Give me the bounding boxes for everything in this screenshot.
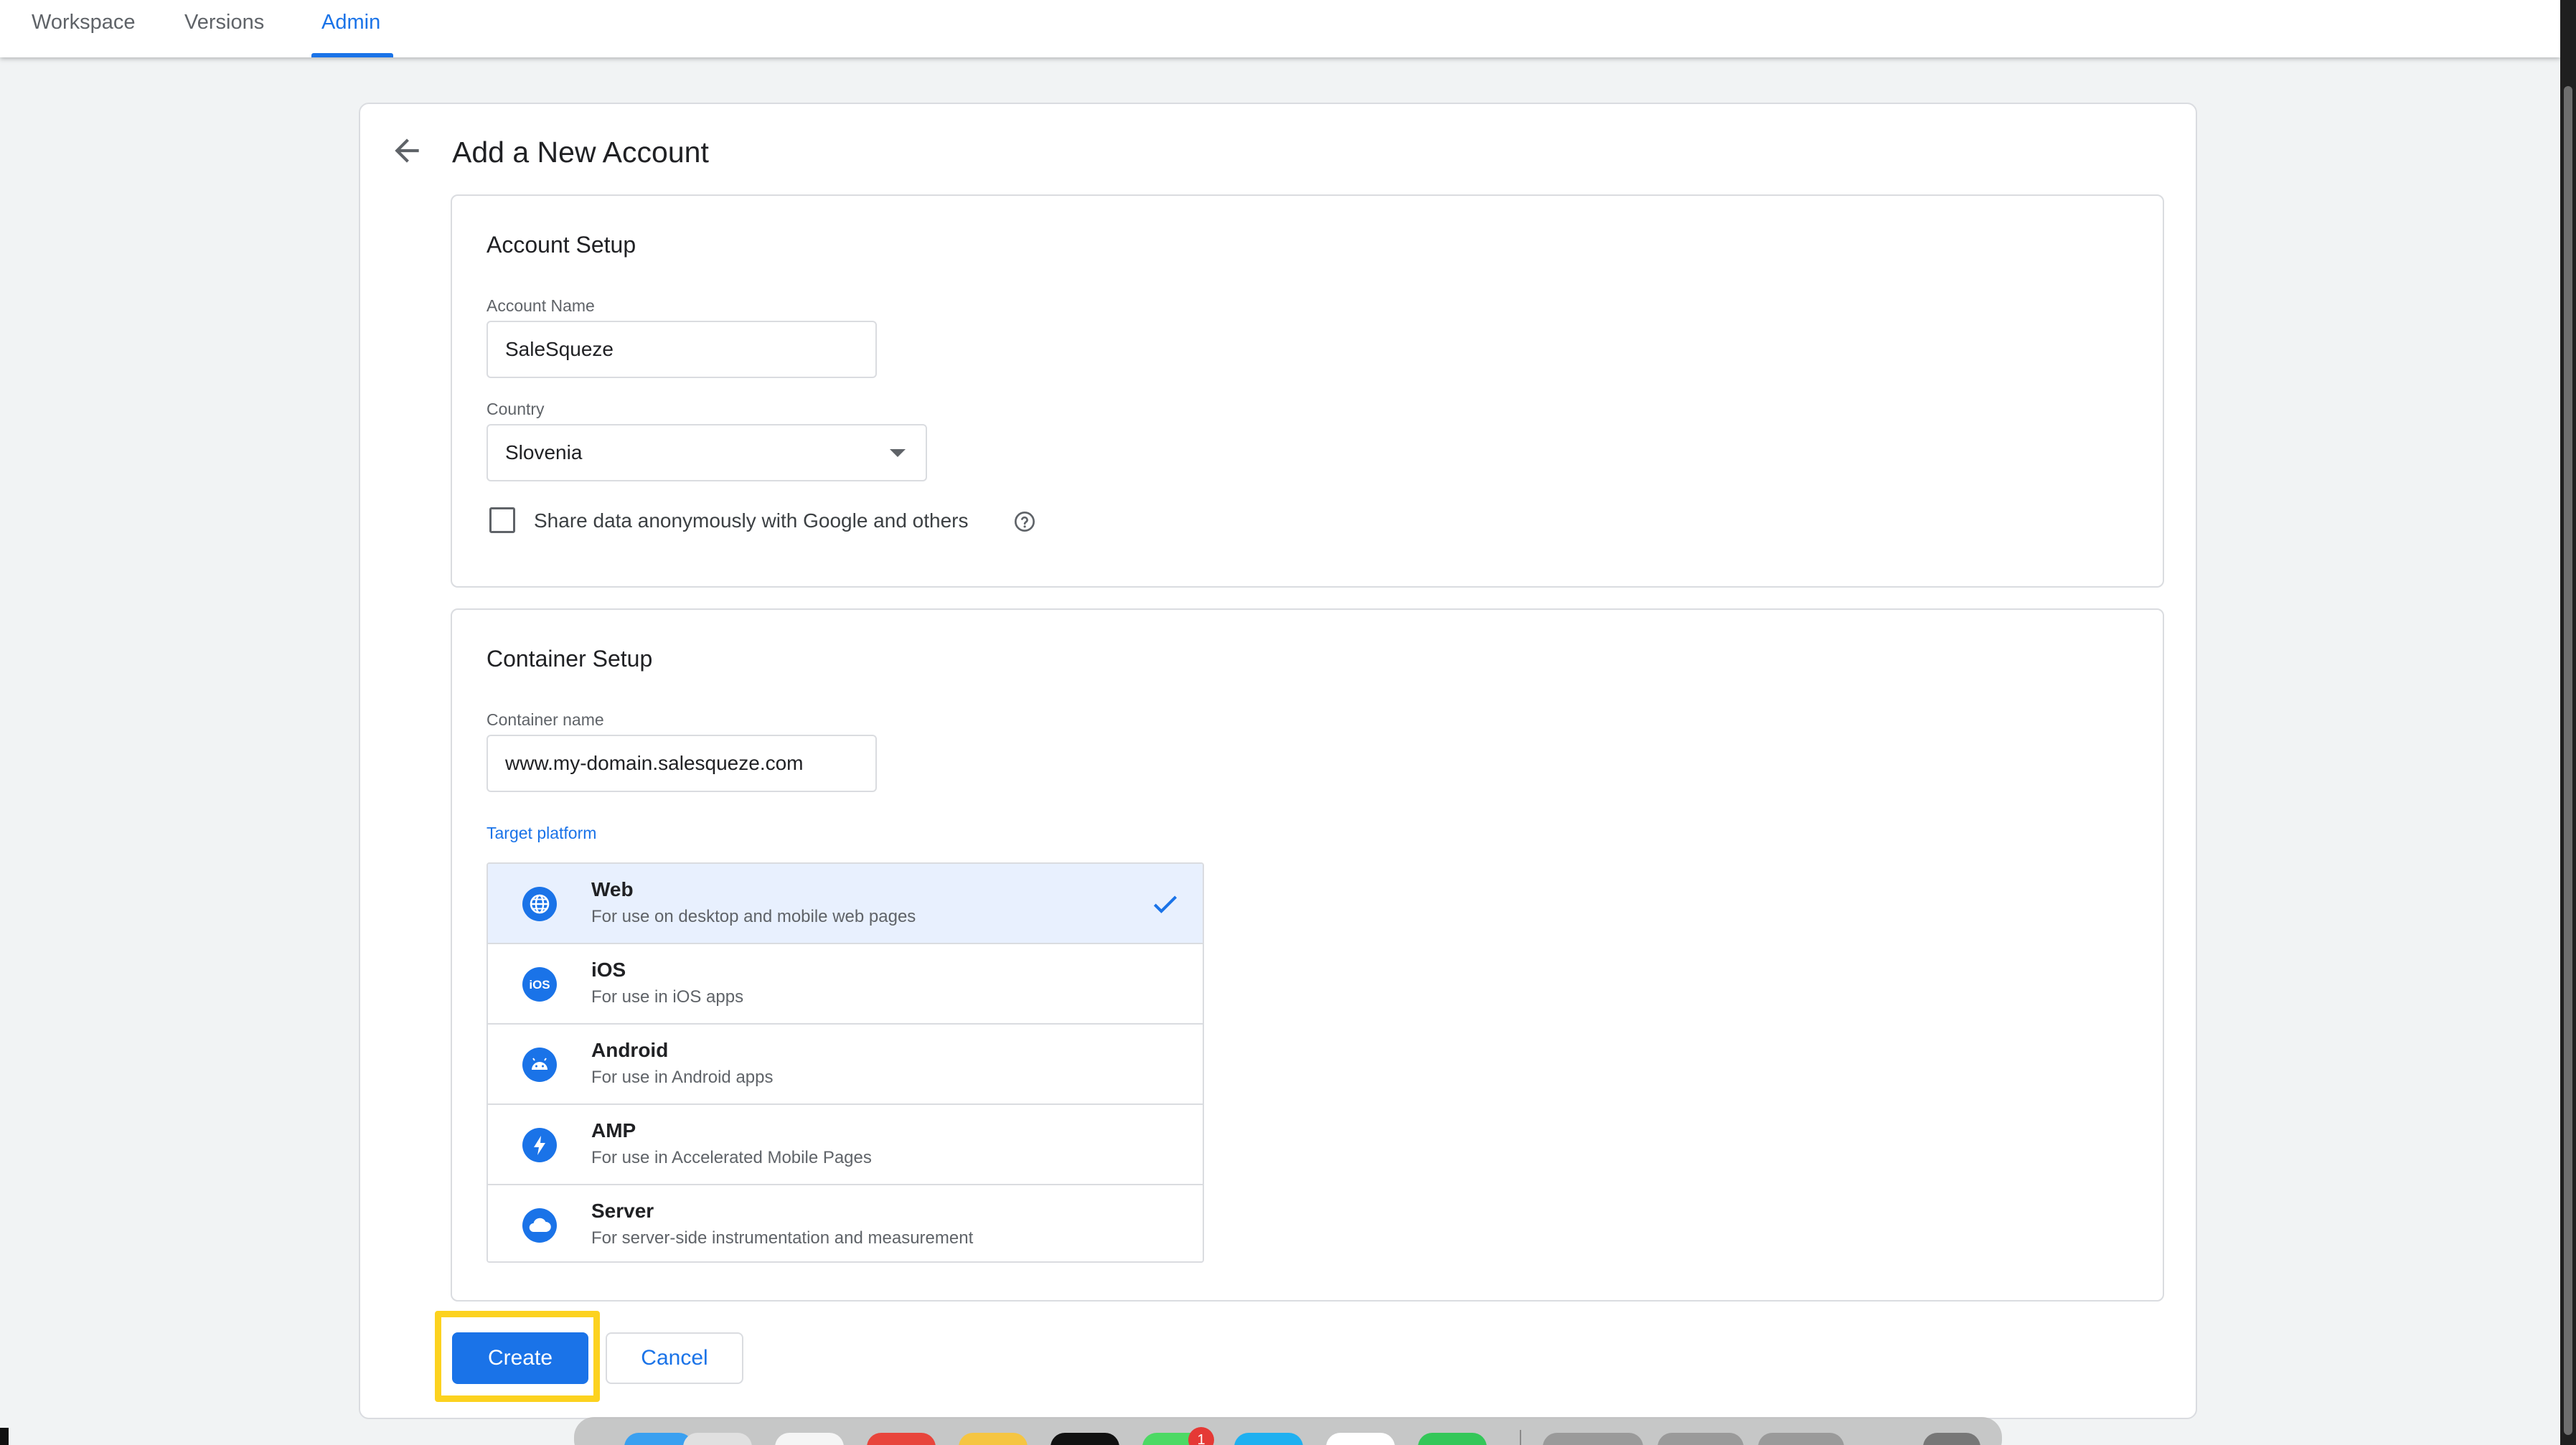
create-button[interactable]: Create: [452, 1332, 588, 1384]
share-data-label: Share data anonymously with Google and o…: [534, 509, 969, 532]
container-name-input[interactable]: www.my-domain.salesqueze.com: [486, 735, 877, 792]
platform-description: For use on desktop and mobile web pages: [591, 907, 916, 926]
tab-versions[interactable]: Versions: [184, 0, 271, 57]
container-name-label: Container name: [486, 710, 604, 729]
platform-option-web[interactable]: Web For use on desktop and mobile web pa…: [488, 864, 1203, 944]
dock-app-notes[interactable]: [959, 1433, 1028, 1445]
check-icon: [1153, 895, 1177, 913]
share-data-checkbox[interactable]: [489, 507, 515, 533]
platform-description: For use in Accelerated Mobile Pages: [591, 1148, 872, 1167]
dock-app-calendar[interactable]: [775, 1433, 844, 1445]
platform-name: iOS: [591, 959, 626, 981]
tab-admin-label: Admin: [321, 11, 381, 34]
dock-window-thumb[interactable]: [1543, 1433, 1643, 1445]
container-setup-section: Container Setup Container name www.my-do…: [451, 608, 2164, 1302]
dock-app-dark[interactable]: [1050, 1433, 1119, 1445]
cancel-button[interactable]: Cancel: [606, 1332, 743, 1384]
dock-app-red[interactable]: [867, 1433, 936, 1445]
notification-badge: 1: [1188, 1427, 1214, 1445]
platform-option-amp[interactable]: AMP For use in Accelerated Mobile Pages: [488, 1105, 1203, 1185]
tab-workspace-label: Workspace: [32, 11, 136, 34]
scrollbar-thumb[interactable]: [2564, 86, 2572, 1435]
dock-app-launchpad[interactable]: [683, 1433, 752, 1445]
account-setup-title: Account Setup: [486, 232, 636, 258]
dock-app-green[interactable]: [1418, 1433, 1487, 1445]
page-title: Add a New Account: [452, 136, 709, 169]
account-name-input[interactable]: SaleSqueze: [486, 321, 877, 378]
dock-window-thumb[interactable]: [1658, 1433, 1744, 1445]
platform-name: Server: [591, 1200, 654, 1222]
container-setup-title: Container Setup: [486, 646, 653, 672]
platform-description: For server-side instrumentation and meas…: [591, 1228, 974, 1248]
platform-option-android[interactable]: Android For use in Android apps: [488, 1025, 1203, 1105]
tab-versions-label: Versions: [184, 11, 265, 34]
ios-icon: iOS: [522, 967, 557, 1002]
platform-name: Android: [591, 1039, 669, 1061]
target-platform-list: Web For use on desktop and mobile web pa…: [486, 862, 1204, 1263]
dock-trash[interactable]: [1923, 1433, 1980, 1445]
android-icon: [522, 1048, 557, 1082]
arrow-back-icon[interactable]: [389, 133, 425, 169]
dock-app-white[interactable]: [1326, 1433, 1395, 1445]
tab-workspace[interactable]: Workspace: [32, 0, 139, 57]
tab-admin[interactable]: Admin: [311, 0, 393, 57]
dock-window-thumb[interactable]: [1758, 1433, 1844, 1445]
account-name-label: Account Name: [486, 296, 595, 315]
platform-option-server[interactable]: Server For server-side instrumentation a…: [488, 1185, 1203, 1261]
country-select-value: Slovenia: [505, 441, 583, 463]
screen-edge: [0, 1428, 9, 1445]
platform-name: AMP: [591, 1119, 636, 1142]
cloud-icon: [522, 1208, 557, 1243]
macos-dock: 1: [574, 1417, 2002, 1445]
dock-app-blue[interactable]: [1234, 1433, 1303, 1445]
globe-icon: [522, 887, 557, 921]
svg-text:iOS: iOS: [529, 978, 550, 992]
add-account-card: Add a New Account Account Setup Account …: [359, 103, 2197, 1419]
platform-name: Web: [591, 878, 634, 900]
scrollbar-track[interactable]: [2560, 0, 2576, 1445]
platform-description: For use in Android apps: [591, 1068, 774, 1087]
dropdown-arrow-icon: [890, 449, 906, 457]
country-select[interactable]: Slovenia: [486, 424, 927, 481]
active-tab-indicator: [311, 53, 393, 57]
target-platform-label: Target platform: [486, 824, 597, 842]
account-setup-section: Account Setup Account Name SaleSqueze Co…: [451, 194, 2164, 588]
dock-divider: [1520, 1430, 1521, 1445]
country-label: Country: [486, 400, 545, 418]
platform-description: For use in iOS apps: [591, 987, 744, 1007]
amp-bolt-icon: [522, 1128, 557, 1162]
platform-option-ios[interactable]: iOS iOS For use in iOS apps: [488, 944, 1203, 1025]
top-nav-bar: Workspace Versions Admin: [0, 0, 2560, 57]
help-circle-icon[interactable]: [1013, 510, 1036, 533]
